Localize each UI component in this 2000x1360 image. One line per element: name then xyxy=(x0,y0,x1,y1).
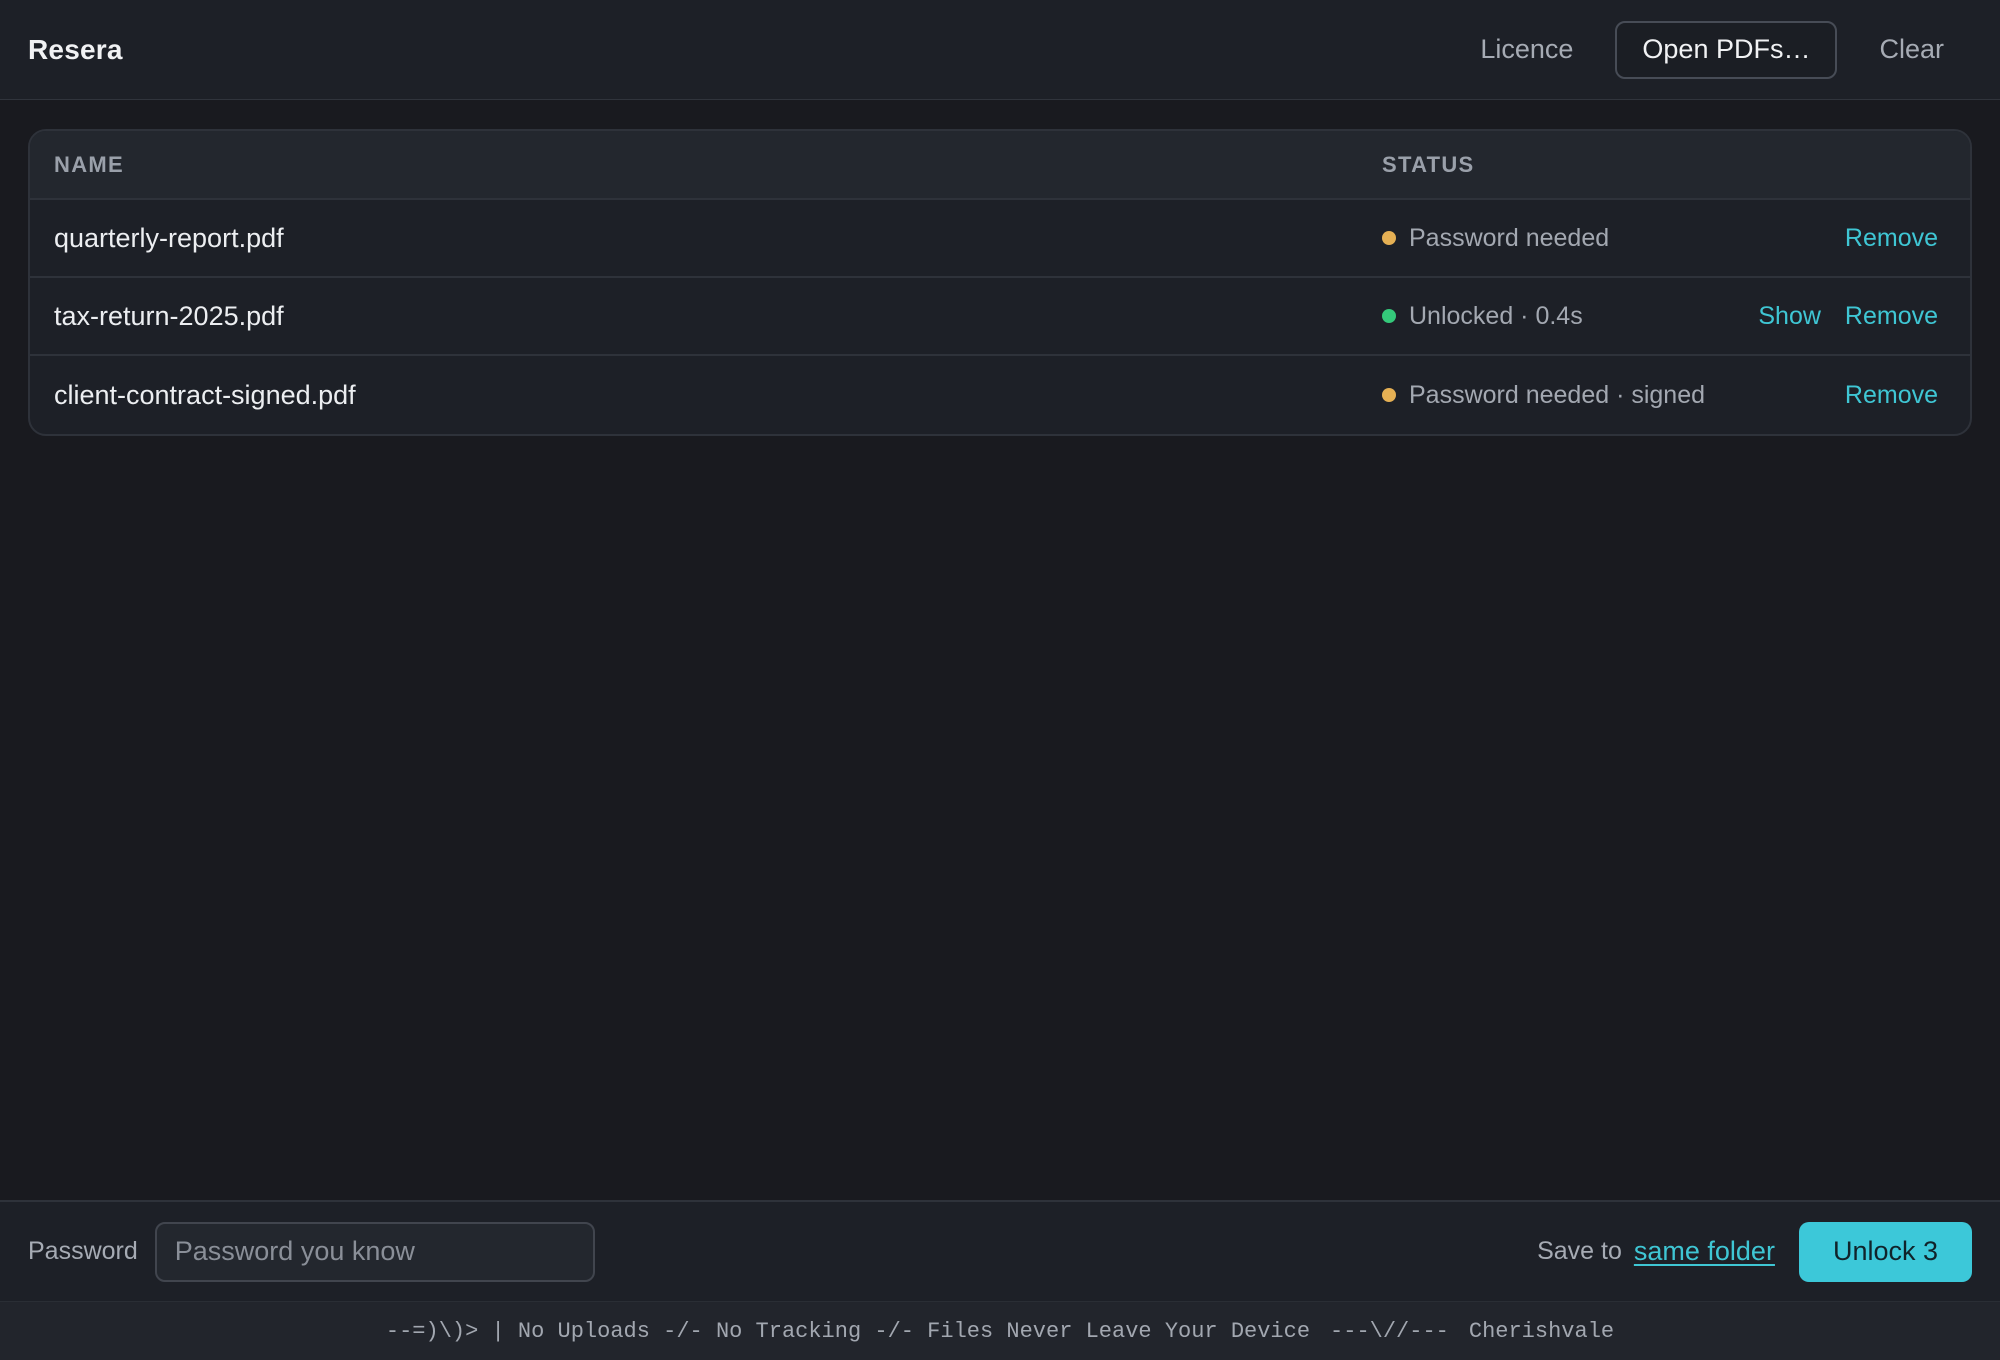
footer-tagline: --=)\)> | No Uploads -/- No Tracking -/-… xyxy=(385,1318,1311,1344)
table-row[interactable]: quarterly-report.pdf Password needed Rem… xyxy=(30,200,1970,278)
unlock-bar: Password Save to same folder Unlock 3 xyxy=(0,1200,2000,1301)
remove-button[interactable]: Remove xyxy=(1845,224,1938,253)
status-text: Password needed xyxy=(1409,223,1610,252)
status-cell: Password needed xyxy=(1382,224,1609,253)
footer: --=)\)> | No Uploads -/- No Tracking -/-… xyxy=(0,1301,2000,1360)
status-dot-icon xyxy=(1382,309,1396,323)
app-title: Resera xyxy=(28,33,123,65)
row-actions: Remove xyxy=(1845,381,1938,410)
column-header-status: STATUS xyxy=(1382,151,1475,177)
row-actions: Remove xyxy=(1845,224,1938,253)
remove-button[interactable]: Remove xyxy=(1845,381,1938,410)
file-name: quarterly-report.pdf xyxy=(54,222,284,253)
footer-maker: Cherishvale xyxy=(1468,1318,1615,1344)
open-pdfs-button[interactable]: Open PDFs… xyxy=(1615,20,1838,79)
save-options: Save to same folder Unlock 3 xyxy=(1537,1221,1972,1282)
status-text: Unlocked · 0.4s xyxy=(1409,301,1583,330)
save-to-label: Save to xyxy=(1537,1237,1622,1265)
status-cell: Unlocked · 0.4s xyxy=(1382,302,1583,331)
row-actions: Show Remove xyxy=(1758,302,1938,331)
password-input[interactable] xyxy=(154,1221,595,1282)
app-window: Resera Licence Open PDFs… Clear NAME STA… xyxy=(0,0,2000,1360)
status-text: Password needed · signed xyxy=(1409,380,1706,409)
show-button[interactable]: Show xyxy=(1758,302,1821,331)
status-dot-icon xyxy=(1382,388,1396,402)
file-name: client-contract-signed.pdf xyxy=(54,379,356,410)
footer-divider: ---\//--- xyxy=(1330,1318,1449,1344)
table-row[interactable]: tax-return-2025.pdf Unlocked · 0.4s Show… xyxy=(30,278,1970,356)
file-table: NAME STATUS quarterly-report.pdf Passwor… xyxy=(28,129,1972,436)
header-actions: Licence Open PDFs… Clear xyxy=(1452,20,1972,79)
column-header-name: NAME xyxy=(54,151,124,177)
save-location-link[interactable]: same folder xyxy=(1634,1236,1775,1267)
file-name: tax-return-2025.pdf xyxy=(54,300,284,331)
unlock-button[interactable]: Unlock 3 xyxy=(1798,1221,1972,1282)
table-header: NAME STATUS xyxy=(30,131,1970,200)
status-dot-icon xyxy=(1382,231,1396,245)
password-label: Password xyxy=(28,1237,138,1265)
licence-button[interactable]: Licence xyxy=(1452,21,1601,79)
table-row[interactable]: client-contract-signed.pdf Password need… xyxy=(30,356,1970,434)
status-cell: Password needed · signed xyxy=(1382,381,1705,410)
clear-button[interactable]: Clear xyxy=(1851,21,1972,79)
top-bar: Resera Licence Open PDFs… Clear xyxy=(0,0,2000,100)
remove-button[interactable]: Remove xyxy=(1845,302,1938,331)
